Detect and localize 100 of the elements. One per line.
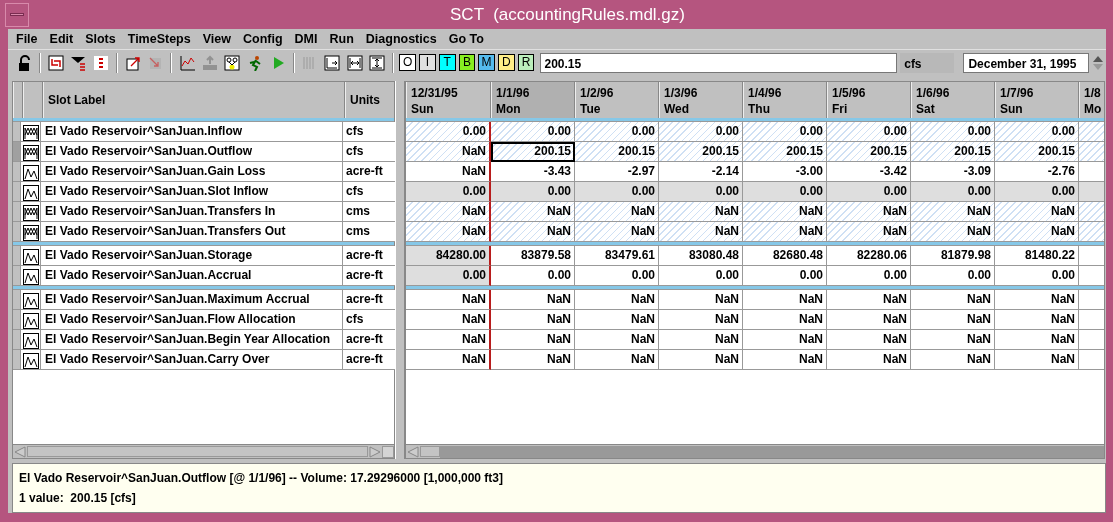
value-cell[interactable]: 200.15 <box>491 142 575 162</box>
menu-item[interactable]: DMI <box>294 29 326 49</box>
value-cell[interactable]: NaN <box>406 330 491 350</box>
value-cell[interactable]: NaN <box>406 162 491 182</box>
value-cell[interactable]: 0.00 <box>406 266 491 286</box>
menu-item[interactable]: View <box>202 29 239 49</box>
plot-icon[interactable] <box>23 292 39 309</box>
value-cell[interactable]: 0.00 <box>491 182 575 202</box>
value-cell[interactable]: 0.00 <box>911 266 995 286</box>
value-cell[interactable]: 200.15 <box>911 142 995 162</box>
value-cell[interactable]: 0.00 <box>575 122 659 142</box>
value-cell[interactable]: NaN <box>911 222 995 242</box>
row-handle[interactable] <box>13 142 21 162</box>
value-cell[interactable]: -2.97 <box>575 162 659 182</box>
value-cell[interactable]: NaN <box>827 350 911 370</box>
menu-item[interactable]: Slots <box>85 29 124 49</box>
value-cell[interactable]: NaN <box>743 202 827 222</box>
plot-icon[interactable] <box>23 332 39 349</box>
value-cell[interactable]: 0.00 <box>911 122 995 142</box>
column-header[interactable]: 1/1/96 Mon <box>491 82 575 118</box>
value-cell[interactable]: NaN <box>743 222 827 242</box>
scrollbar-thumb[interactable] <box>27 446 368 457</box>
row-handle[interactable] <box>13 182 21 202</box>
bracket-both-icon[interactable] <box>346 54 363 71</box>
window-menu-button[interactable] <box>5 2 29 27</box>
row-handle[interactable] <box>13 246 21 266</box>
value-cell[interactable]: 0.00 <box>406 182 491 202</box>
value-cell[interactable]: -3.42 <box>827 162 911 182</box>
value-cell[interactable]: NaN <box>827 222 911 242</box>
value-cell[interactable]: 200.15 <box>575 142 659 162</box>
window-arrow-icon[interactable] <box>124 54 141 71</box>
value-cell[interactable]: 0.00 <box>659 266 743 286</box>
row-handle[interactable] <box>13 310 21 330</box>
value-cell[interactable]: 81480.22 <box>995 246 1079 266</box>
plot-icon[interactable] <box>23 184 39 201</box>
row-handle[interactable] <box>13 350 21 370</box>
value-cell[interactable]: NaN <box>406 310 491 330</box>
value-cell[interactable]: 0.00 <box>995 122 1079 142</box>
value-cell[interactable]: NaN <box>827 290 911 310</box>
value-cell[interactable]: 84280.00 <box>406 246 491 266</box>
value-cell[interactable]: NaN <box>911 310 995 330</box>
flag-button[interactable]: I <box>419 54 436 71</box>
value-cell[interactable]: NaN <box>406 290 491 310</box>
value-cell[interactable]: 0.00 <box>911 182 995 202</box>
value-cell[interactable]: NaN <box>406 350 491 370</box>
value-cell[interactable]: 82280.06 <box>827 246 911 266</box>
value-cell[interactable]: NaN <box>575 330 659 350</box>
multi-plot-icon[interactable] <box>23 224 39 241</box>
value-cell[interactable]: 83479.61 <box>575 246 659 266</box>
value-cell[interactable]: 82680.48 <box>743 246 827 266</box>
value-cell[interactable]: NaN <box>743 350 827 370</box>
value-cell[interactable]: NaN <box>575 350 659 370</box>
date-field[interactable]: December 31, 1995 <box>963 52 1090 73</box>
value-cell[interactable]: 0.00 <box>995 182 1079 202</box>
value-cell[interactable]: 200.15 <box>659 142 743 162</box>
menu-item[interactable]: File <box>16 29 46 49</box>
value-cell[interactable]: -2.14 <box>659 162 743 182</box>
value-cell[interactable]: 0.00 <box>659 182 743 202</box>
row-handle[interactable] <box>13 122 21 142</box>
value-cell[interactable]: 0.00 <box>491 266 575 286</box>
menu-item[interactable]: Diagnostics <box>365 29 445 49</box>
row-handle[interactable] <box>13 202 21 222</box>
expand-icon[interactable] <box>369 54 386 71</box>
value-cell[interactable]: 0.00 <box>827 182 911 202</box>
menu-item[interactable]: Edit <box>49 29 82 49</box>
value-cell[interactable]: -2.76 <box>995 162 1079 182</box>
value-cell[interactable]: NaN <box>659 310 743 330</box>
value-cell[interactable]: NaN <box>575 290 659 310</box>
value-cell[interactable]: NaN <box>911 330 995 350</box>
value-cell[interactable]: NaN <box>659 350 743 370</box>
value-cell[interactable]: NaN <box>406 142 491 162</box>
horizontal-scrollbar[interactable] <box>13 444 394 458</box>
bracket-left-icon[interactable] <box>324 54 341 71</box>
value-cell[interactable]: NaN <box>575 202 659 222</box>
plot-icon[interactable] <box>23 268 39 285</box>
value-cell[interactable]: NaN <box>743 290 827 310</box>
value-cell[interactable]: NaN <box>491 310 575 330</box>
value-cell[interactable]: NaN <box>659 222 743 242</box>
value-cell[interactable]: NaN <box>743 310 827 330</box>
value-cell[interactable]: NaN <box>995 350 1079 370</box>
multi-plot-icon[interactable] <box>23 124 39 141</box>
value-cell[interactable]: 200.15 <box>827 142 911 162</box>
value-cell[interactable]: 83080.48 <box>659 246 743 266</box>
value-cell[interactable]: NaN <box>575 222 659 242</box>
plot-icon[interactable] <box>23 164 39 181</box>
value-cell[interactable]: 83879.58 <box>491 246 575 266</box>
list-icon[interactable] <box>92 54 109 71</box>
value-cell[interactable]: NaN <box>911 290 995 310</box>
value-cell[interactable]: NaN <box>995 222 1079 242</box>
value-cell[interactable]: NaN <box>491 202 575 222</box>
value-cell[interactable]: NaN <box>911 350 995 370</box>
menu-item[interactable]: Go To <box>448 29 492 49</box>
value-cell[interactable]: 0.00 <box>575 266 659 286</box>
value-cell[interactable]: NaN <box>491 222 575 242</box>
value-cell[interactable]: NaN <box>995 290 1079 310</box>
value-cell[interactable]: -3.09 <box>911 162 995 182</box>
diagram-icon[interactable] <box>224 54 241 71</box>
value-cell[interactable]: NaN <box>406 202 491 222</box>
value-field[interactable]: 200.15 <box>540 52 898 73</box>
plot-icon[interactable] <box>23 248 39 265</box>
